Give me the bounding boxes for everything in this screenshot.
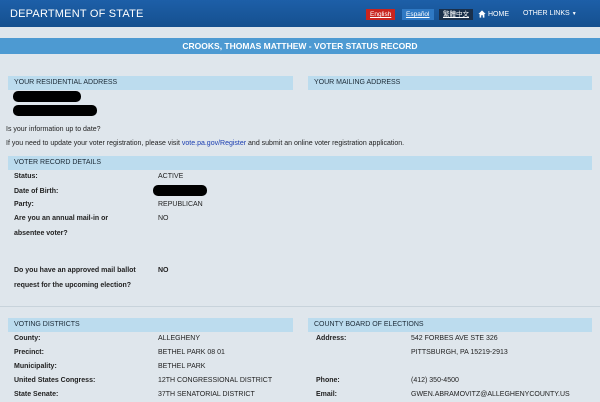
party-label: Party: — [14, 201, 34, 208]
status-value: ACTIVE — [158, 173, 184, 180]
home-link[interactable]: HOME — [478, 10, 509, 18]
update-instructions: If you need to update your voter registr… — [6, 140, 404, 147]
congress-label: United States Congress: — [14, 377, 96, 384]
county-label: County: — [14, 335, 41, 342]
update-instructions-prefix: If you need to update your voter registr… — [6, 140, 182, 147]
annual-voter-label-line-2: absentee voter? — [14, 230, 68, 237]
section-divider — [0, 306, 600, 307]
board-phone-value[interactable]: (412) 350-4500 — [411, 377, 459, 384]
mail-ballot-label-line-1: Do you have an approved mail ballot — [14, 267, 136, 274]
redacted-address-line-2 — [13, 105, 97, 116]
redacted-address-line-1 — [13, 91, 81, 102]
municipality-value: BETHEL PARK — [158, 363, 206, 370]
state-senate-label: State Senate: — [14, 391, 59, 398]
annual-voter-label-line-1: Are you an annual mail-in or — [14, 215, 109, 222]
mail-ballot-value: NO — [158, 267, 169, 274]
board-phone-label: Phone: — [316, 377, 340, 384]
county-value: ALLEGHENY — [158, 335, 201, 342]
board-email-label: Email: — [316, 391, 338, 398]
dob-label: Date of Birth: — [14, 188, 59, 195]
top-navbar: DEPARTMENT OF STATE English Español 繁體中文… — [0, 0, 600, 27]
update-instructions-suffix: and submit an online voter registration … — [246, 140, 405, 147]
caret-down-icon: ▼ — [571, 10, 577, 17]
board-address-line-1: 542 FORBES AVE STE 326 — [411, 335, 498, 342]
site-brand[interactable]: DEPARTMENT OF STATE — [10, 8, 144, 20]
other-links-dropdown[interactable]: OTHER LINKS ▼ — [523, 10, 577, 17]
status-label: Status: — [14, 173, 38, 180]
update-question: Is your information up to date? — [6, 126, 101, 133]
municipality-label: Municipality: — [14, 363, 57, 370]
precinct-value: BETHEL PARK 08 01 — [158, 349, 225, 356]
state-senate-value: 37TH SENATORIAL DISTRICT — [158, 391, 255, 398]
mailing-address-heading: YOUR MAILING ADDRESS — [308, 76, 592, 90]
congress-value: 12TH CONGRESSIONAL DISTRICT — [158, 377, 273, 384]
residential-address-heading: YOUR RESIDENTIAL ADDRESS — [8, 76, 293, 90]
board-address-line-2: PITTSBURGH, PA 15219-2913 — [411, 349, 508, 356]
home-icon — [478, 10, 486, 18]
voting-districts-heading: VOTING DISTRICTS — [8, 318, 293, 332]
home-link-label: HOME — [488, 10, 509, 18]
language-chinese-link[interactable]: 繁體中文 — [439, 9, 473, 20]
page-title: CROOKS, THOMAS MATTHEW - VOTER STATUS RE… — [0, 38, 600, 54]
language-english-link[interactable]: English — [366, 9, 396, 20]
mail-ballot-label-line-2: request for the upcoming election? — [14, 282, 132, 289]
annual-voter-value: NO — [158, 215, 169, 222]
language-spanish-link[interactable]: Español — [402, 9, 434, 20]
register-link[interactable]: vote.pa.gov/Register — [182, 140, 246, 147]
board-email-value[interactable]: GWEN.ABRAMOVITZ@ALLEGHENYCOUNTY.US — [411, 391, 570, 398]
party-value: REPUBLICAN — [158, 201, 203, 208]
voter-record-heading: VOTER RECORD DETAILS — [8, 156, 592, 170]
other-links-label: OTHER LINKS — [523, 10, 570, 17]
board-address-label: Address: — [316, 335, 347, 342]
precinct-label: Precinct: — [14, 349, 44, 356]
county-board-heading: COUNTY BOARD OF ELECTIONS — [308, 318, 592, 332]
redacted-date-of-birth — [153, 185, 207, 196]
